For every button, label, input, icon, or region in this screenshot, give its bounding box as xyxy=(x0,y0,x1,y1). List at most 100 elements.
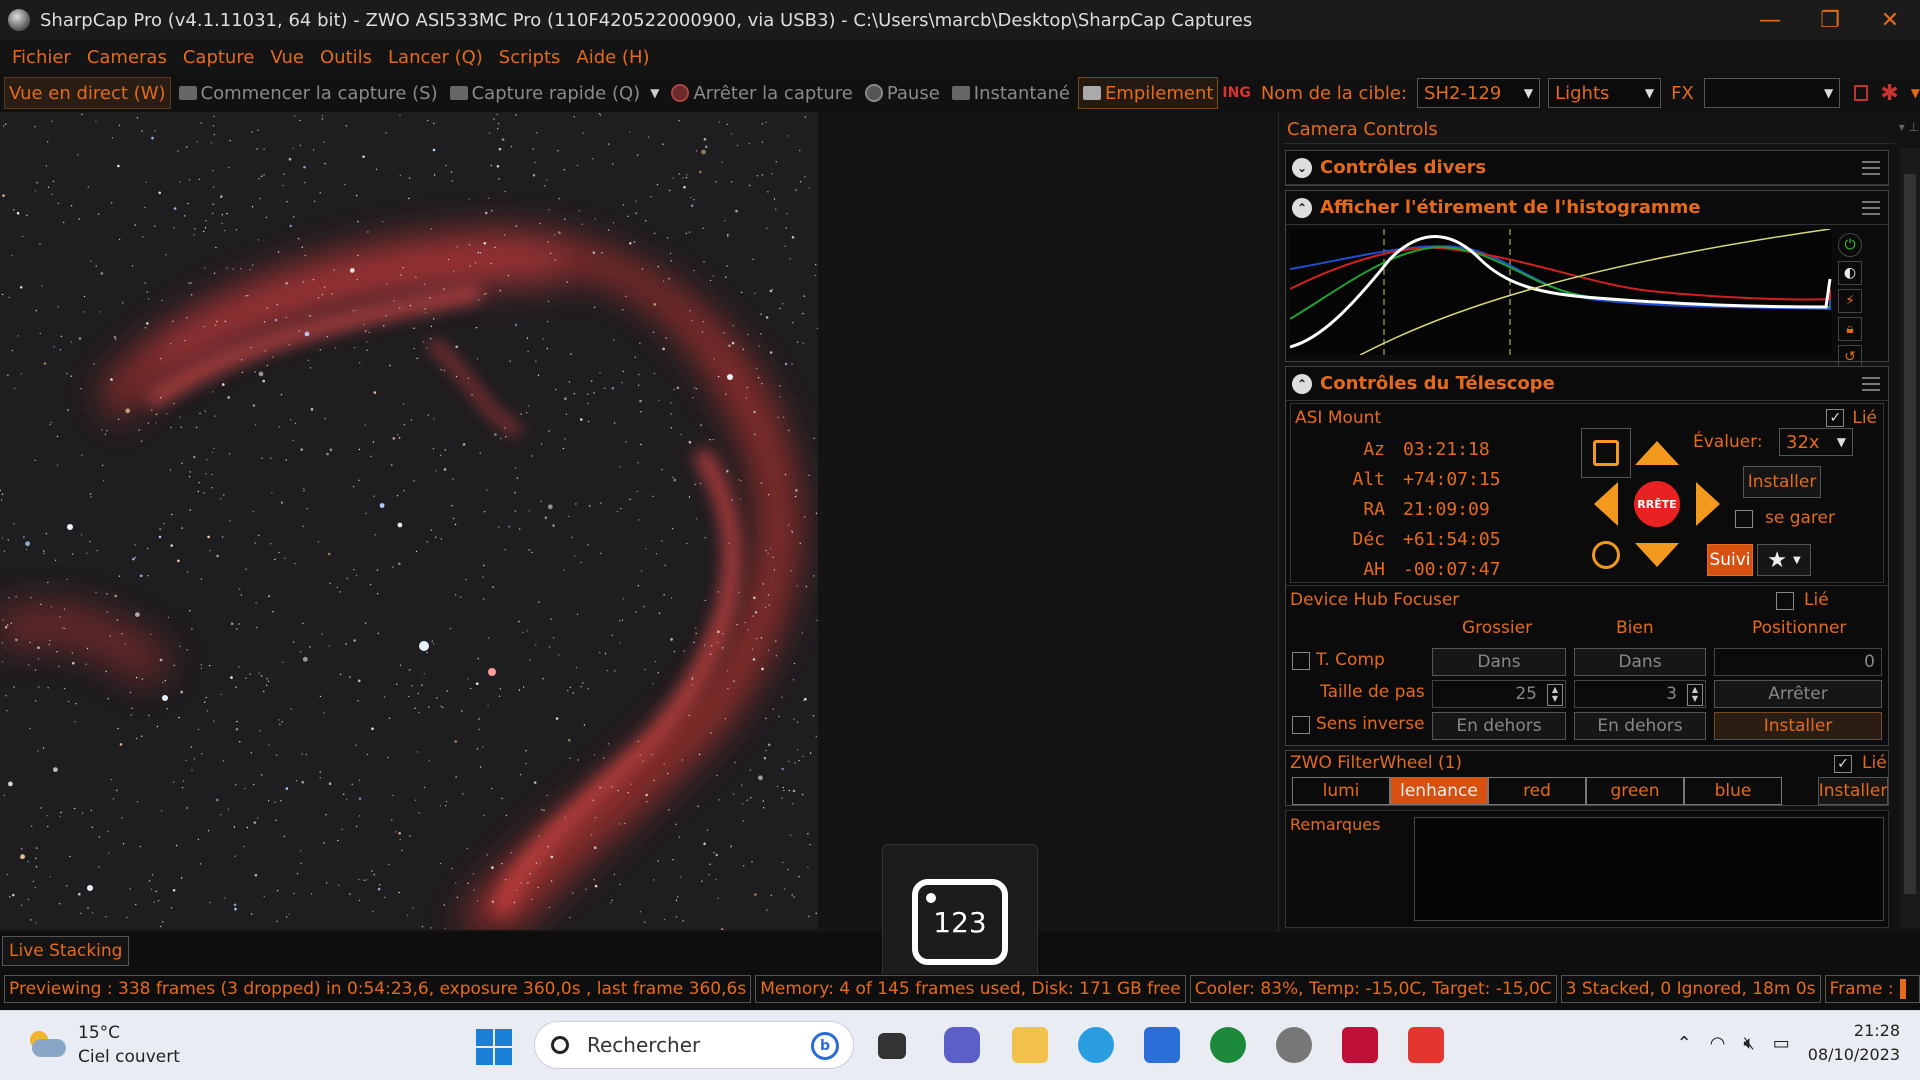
chevron-down-icon[interactable]: ⌄ xyxy=(1292,157,1312,178)
clock[interactable]: 21:28 08/10/2023 xyxy=(1808,1019,1900,1067)
chevron-down-icon[interactable]: ▼ xyxy=(1911,86,1920,100)
weather-widget[interactable]: 15°C Ciel couvert xyxy=(26,1021,180,1069)
quick-capture-button[interactable]: Capture rapide (Q) ▼ xyxy=(446,77,664,109)
spinner-icon[interactable]: ▲ ▼ xyxy=(1547,684,1563,706)
ing-icon[interactable]: ING xyxy=(1222,85,1250,101)
contrast-icon[interactable]: ◐ xyxy=(1838,261,1862,285)
crosshair-icon[interactable]: ✱ xyxy=(1880,81,1898,106)
spiral-search-icon[interactable] xyxy=(1581,428,1631,478)
star-select[interactable]: ★ ▼ xyxy=(1757,544,1811,576)
coarse-out-button[interactable]: En dehors xyxy=(1432,712,1566,740)
coarse-step-input[interactable]: 25 ▲ ▼ xyxy=(1432,680,1566,708)
battery-icon[interactable]: ▭ xyxy=(1773,1033,1790,1054)
anydesk-icon[interactable] xyxy=(1408,1027,1444,1063)
panel-scrollbar[interactable] xyxy=(1900,148,1920,928)
slew-north-button[interactable] xyxy=(1632,428,1682,478)
file-explorer-icon[interactable] xyxy=(1012,1027,1048,1063)
chevron-up-icon[interactable]: ⌃ xyxy=(1677,1033,1692,1054)
rate-select[interactable]: 32x ▼ xyxy=(1779,428,1853,456)
fine-out-button[interactable]: En dehors xyxy=(1574,712,1706,740)
reverse-checkbox[interactable] xyxy=(1292,716,1310,734)
chevron-up-icon[interactable]: ⌃ xyxy=(1292,373,1312,394)
restore-button[interactable]: ❐ xyxy=(1800,0,1860,40)
mount-install-button[interactable]: Installer xyxy=(1743,466,1821,498)
histogram-graph[interactable] xyxy=(1289,228,1832,356)
windows-start-icon[interactable] xyxy=(476,1029,512,1065)
menu-capture[interactable]: Capture xyxy=(175,47,263,68)
tcomp-checkbox[interactable] xyxy=(1292,652,1310,670)
scrollbar-thumb[interactable] xyxy=(1904,174,1916,894)
fx-select[interactable]: ▼ xyxy=(1703,78,1841,108)
menu-icon[interactable] xyxy=(1862,376,1880,391)
phd2-icon[interactable] xyxy=(1210,1027,1246,1063)
section-histogram-header[interactable]: ⌃ Afficher l'étirement de l'histogramme xyxy=(1286,191,1888,225)
filterwheel-install-button[interactable]: Installer xyxy=(1818,777,1888,805)
menu-outils[interactable]: Outils xyxy=(312,47,380,68)
menu-icon[interactable] xyxy=(1862,160,1880,175)
minimize-button[interactable]: — xyxy=(1740,0,1800,40)
menu-lancer[interactable]: Lancer (Q) xyxy=(380,47,491,68)
frame-type-select[interactable]: Lights ▼ xyxy=(1548,78,1662,108)
power-icon[interactable]: ⏻ xyxy=(1838,233,1862,257)
bing-icon[interactable]: b xyxy=(811,1032,839,1060)
lightning-icon[interactable]: ⚡ xyxy=(1838,289,1862,313)
microsoft-store-icon[interactable] xyxy=(1144,1027,1180,1063)
pin-icon[interactable]: ▾ ⊥ xyxy=(1899,120,1919,134)
center-target-icon[interactable] xyxy=(1581,530,1631,580)
stacking-button[interactable]: Empilement xyxy=(1077,77,1219,109)
stop-slew-button[interactable]: RRÊTE xyxy=(1632,479,1682,529)
lock-icon[interactable]: 🔒︎ xyxy=(1838,317,1862,341)
menu-aide[interactable]: Aide (H) xyxy=(568,47,657,68)
spinner-icon[interactable]: ▲ ▼ xyxy=(1687,684,1703,706)
start-capture-button[interactable]: Commencer la capture (S) xyxy=(175,77,442,109)
filter-blue[interactable]: blue xyxy=(1684,777,1782,805)
menu-fichier[interactable]: Fichier xyxy=(4,47,79,68)
focuser-linked-checkbox[interactable] xyxy=(1776,592,1794,610)
chevron-up-icon[interactable]: ⌃ xyxy=(1292,197,1312,218)
wifi-icon[interactable]: ◠ xyxy=(1710,1033,1726,1054)
menu-vue[interactable]: Vue xyxy=(262,47,312,68)
fine-step-input[interactable]: 3 ▲ ▼ xyxy=(1574,680,1706,708)
filter-red[interactable]: red xyxy=(1488,777,1586,805)
live-stacking-tab[interactable]: Live Stacking xyxy=(2,936,130,966)
live-view-button[interactable]: Vue en direct (W) xyxy=(4,77,171,109)
slew-west-button[interactable] xyxy=(1581,479,1631,529)
park-checkbox[interactable] xyxy=(1735,510,1753,528)
teams-icon[interactable] xyxy=(944,1027,980,1063)
reticle-icon[interactable] xyxy=(1854,85,1869,101)
section-telescope-header[interactable]: ⌃ Contrôles du Télescope xyxy=(1286,367,1888,401)
track-button[interactable]: Suivi xyxy=(1707,544,1753,576)
close-button[interactable]: ✕ xyxy=(1860,0,1920,40)
menu-icon[interactable] xyxy=(1862,200,1880,215)
position-field[interactable]: 0 xyxy=(1714,648,1882,676)
chevron-down-icon[interactable]: ▼ xyxy=(650,86,659,100)
edge-icon[interactable] xyxy=(1078,1027,1114,1063)
volume-muted-icon[interactable]: 🔇︎ xyxy=(1743,1033,1754,1054)
coarse-in-button[interactable]: Dans xyxy=(1432,648,1566,676)
pause-button[interactable]: Pause xyxy=(861,77,944,109)
stop-capture-button[interactable]: Arrêter la capture xyxy=(667,77,856,109)
fine-in-button[interactable]: Dans xyxy=(1574,648,1706,676)
target-select[interactable]: SH2-129 ▼ xyxy=(1417,78,1541,108)
menu-scripts[interactable]: Scripts xyxy=(491,47,569,68)
slew-east-button[interactable] xyxy=(1683,479,1733,529)
image-viewer[interactable]: 123 xyxy=(0,112,1280,1000)
filter-green[interactable]: green xyxy=(1586,777,1684,805)
focuser-stop-button[interactable]: Arrêter xyxy=(1714,680,1882,708)
mount-linked-checkbox[interactable]: ✓ xyxy=(1826,409,1845,427)
remarks-textarea[interactable] xyxy=(1414,817,1884,921)
filter-lumi[interactable]: lumi xyxy=(1292,777,1390,805)
focuser-install-button[interactable]: Installer xyxy=(1714,712,1882,740)
snapshot-button[interactable]: Instantané xyxy=(948,77,1074,109)
slew-south-button[interactable] xyxy=(1632,530,1682,580)
taskbar-search[interactable]: Rechercher b xyxy=(534,1021,854,1069)
astro-app-icon[interactable] xyxy=(1342,1027,1378,1063)
section-misc-header[interactable]: ⌄ Contrôles divers xyxy=(1286,151,1888,185)
menu-cameras[interactable]: Cameras xyxy=(79,47,175,68)
sharpcap-taskbar-icon[interactable] xyxy=(1276,1027,1312,1063)
coord-ah: AH -00:07:47 xyxy=(1327,554,1527,584)
task-view-icon[interactable] xyxy=(878,1033,906,1059)
filterwheel-linked-checkbox[interactable]: ✓ xyxy=(1834,755,1852,773)
filter-lenhance[interactable]: lenhance xyxy=(1390,777,1488,805)
search-placeholder: Rechercher xyxy=(587,1033,701,1057)
